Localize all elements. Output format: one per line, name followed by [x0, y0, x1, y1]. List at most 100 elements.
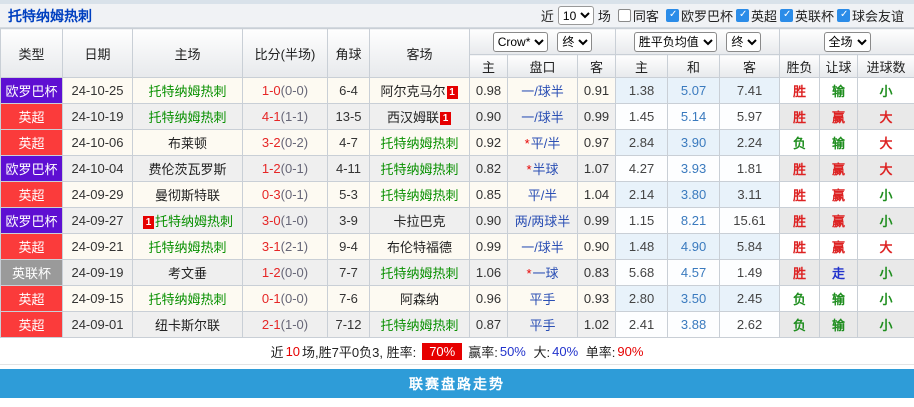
table-row[interactable]: 英超 24-09-21 托特纳姆热刺 3-1(2-1) 9-4 布伦特福德 0.…: [0, 233, 914, 260]
away-team[interactable]: 卡拉巴克: [369, 207, 470, 234]
away-team[interactable]: 阿尔克马尔 1: [369, 77, 470, 104]
home-team[interactable]: 费伦茨瓦罗斯: [132, 155, 243, 182]
avg-home: 4.27: [615, 155, 669, 182]
league-filter-label: 球会友谊: [851, 9, 904, 24]
fulltime-score: 1-2: [261, 161, 281, 176]
corners-cell: 13-5: [327, 103, 370, 130]
avg-select[interactable]: 胜平负均值: [633, 31, 717, 52]
away-team[interactable]: 布伦特福德: [369, 233, 470, 260]
fulltime-score: 1-2: [261, 265, 281, 280]
result-text: 负: [793, 318, 807, 333]
handicap-line: 平手: [507, 311, 578, 338]
away-team[interactable]: 托特纳姆热刺: [369, 129, 470, 156]
avg-draw: 5.14: [667, 103, 721, 130]
avg-home: 2.80: [615, 285, 669, 312]
league-filter[interactable]: 英超: [735, 6, 777, 25]
league-filter-checkbox[interactable]: [665, 9, 679, 22]
line-changed-star: *: [526, 266, 532, 281]
league-filter-checkbox[interactable]: [779, 9, 793, 22]
match-date: 24-09-21: [62, 233, 133, 260]
result-winloss: 胜: [779, 207, 821, 234]
near-label: 近: [540, 9, 554, 24]
same-away-filter[interactable]: 同客: [617, 6, 659, 25]
col-avg-home: 主: [615, 54, 669, 78]
league-filter[interactable]: 球会友谊: [836, 6, 904, 25]
league-handicap-trend-link[interactable]: 联赛盘路走势: [0, 369, 914, 398]
table-row[interactable]: 欧罗巴杯 24-10-04 费伦茨瓦罗斯 1-2(0-1) 4-11 托特纳姆热…: [0, 155, 914, 182]
avg-away: 15.61: [719, 207, 781, 234]
halftime-score: (0-1): [280, 187, 309, 202]
away-team[interactable]: 托特纳姆热刺: [369, 181, 470, 208]
table-row[interactable]: 欧罗巴杯 24-09-27 1 托特纳姆热刺 3-0(1-0) 3-9 卡拉巴克 …: [0, 207, 914, 234]
home-team[interactable]: 布莱顿: [132, 129, 243, 156]
table-row[interactable]: 英超 24-09-29 曼彻斯特联 0-3(0-1) 5-3 托特纳姆热刺 0.…: [0, 181, 914, 208]
result-text: 大: [879, 240, 893, 255]
team-name: 托特纳姆热刺: [148, 84, 227, 99]
result-text: 胜: [793, 214, 807, 229]
halftime-score: (0-1): [280, 161, 309, 176]
fulltime-select[interactable]: 全场: [823, 31, 871, 52]
avg-draw: 3.50: [667, 285, 721, 312]
table-row[interactable]: 英超 24-10-06 布莱顿 3-2(0-2) 4-7 托特纳姆热刺 0.92…: [0, 129, 914, 156]
result-goals: 小: [857, 311, 914, 338]
team-name: 西汉姆联: [386, 110, 439, 125]
table-row[interactable]: 英超 24-09-01 纽卡斯尔联 2-1(1-0) 7-12 托特纳姆热刺 0…: [0, 311, 914, 338]
result-text: 输: [832, 292, 846, 307]
away-team[interactable]: 托特纳姆热刺: [369, 155, 470, 182]
league-filter[interactable]: 欧罗巴杯: [665, 6, 733, 25]
games-count-select[interactable]: 10: [557, 6, 594, 25]
avg-away: 2.45: [719, 285, 781, 312]
bookmaker-select[interactable]: Crow*: [492, 31, 548, 52]
league-filter[interactable]: 英联杯: [779, 6, 834, 25]
line-text: 平手: [529, 292, 556, 307]
same-away-checkbox[interactable]: [617, 9, 631, 22]
away-team[interactable]: 西汉姆联 1: [369, 103, 470, 130]
team-name: 卡拉巴克: [393, 214, 446, 229]
line-text: 半球: [532, 162, 559, 177]
home-team[interactable]: 考文垂: [132, 259, 243, 286]
home-team[interactable]: 托特纳姆热刺: [132, 233, 243, 260]
odds-home: 0.90: [469, 207, 508, 234]
odds-away: 0.83: [576, 259, 617, 286]
away-team[interactable]: 托特纳姆热刺: [369, 259, 470, 286]
line-text: 一/球半: [521, 84, 564, 99]
home-team[interactable]: 托特纳姆热刺: [132, 103, 243, 130]
result-goals: 大: [857, 103, 914, 130]
result-text: 大: [879, 136, 893, 151]
table-row[interactable]: 英超 24-10-19 托特纳姆热刺 4-1(1-1) 13-5 西汉姆联 1 0…: [0, 103, 914, 130]
avg-home: 2.14: [615, 181, 669, 208]
final-odds-select-2[interactable]: 终: [726, 31, 762, 52]
final-odds-select-1[interactable]: 终: [557, 31, 593, 52]
fulltime-score: 4-1: [261, 109, 281, 124]
table-row[interactable]: 英联杯 24-09-19 考文垂 1-2(0-0) 7-7 托特纳姆热刺 1.0…: [0, 259, 914, 286]
avg-draw: 3.90: [667, 129, 721, 156]
avg-away: 1.49: [719, 259, 781, 286]
table-row[interactable]: 英超 24-09-15 托特纳姆热刺 0-1(0-0) 7-6 阿森纳 0.96…: [0, 285, 914, 312]
avg-home: 2.84: [615, 129, 669, 156]
result-goals: 小: [857, 259, 914, 286]
result-text: 胜: [793, 188, 807, 203]
result-handicap: 赢: [819, 233, 859, 260]
summary-bar: 近 10 场,胜7平0负3, 胜率: 70% 赢率: 50% 大: 40% 单率: 90%: [0, 338, 914, 365]
result-text: 赢: [832, 188, 846, 203]
col-avg-draw: 和: [667, 54, 721, 78]
result-text: 胜: [793, 162, 807, 177]
league-filter-checkbox[interactable]: [735, 9, 749, 22]
halftime-score: (2-1): [280, 239, 309, 254]
handicap-line: *半球: [507, 155, 578, 182]
line-text: 两/两球半: [514, 214, 571, 229]
team-name: 布伦特福德: [386, 240, 452, 255]
team-name: 托特纳姆热刺: [148, 292, 227, 307]
result-handicap: 赢: [819, 181, 859, 208]
table-row[interactable]: 欧罗巴杯 24-10-25 托特纳姆热刺 1-0(0-0) 6-4 阿尔克马尔 1…: [0, 77, 914, 104]
home-team[interactable]: 1 托特纳姆热刺: [132, 207, 243, 234]
away-team[interactable]: 阿森纳: [369, 285, 470, 312]
home-team[interactable]: 曼彻斯特联: [132, 181, 243, 208]
home-team[interactable]: 托特纳姆热刺: [132, 285, 243, 312]
league-filter-checkbox[interactable]: [836, 9, 850, 22]
odds-home: 0.92: [469, 129, 508, 156]
away-team[interactable]: 托特纳姆热刺: [369, 311, 470, 338]
home-team[interactable]: 托特纳姆热刺: [132, 77, 243, 104]
home-team[interactable]: 纽卡斯尔联: [132, 311, 243, 338]
team-name: 托特纳姆热刺: [154, 214, 233, 229]
